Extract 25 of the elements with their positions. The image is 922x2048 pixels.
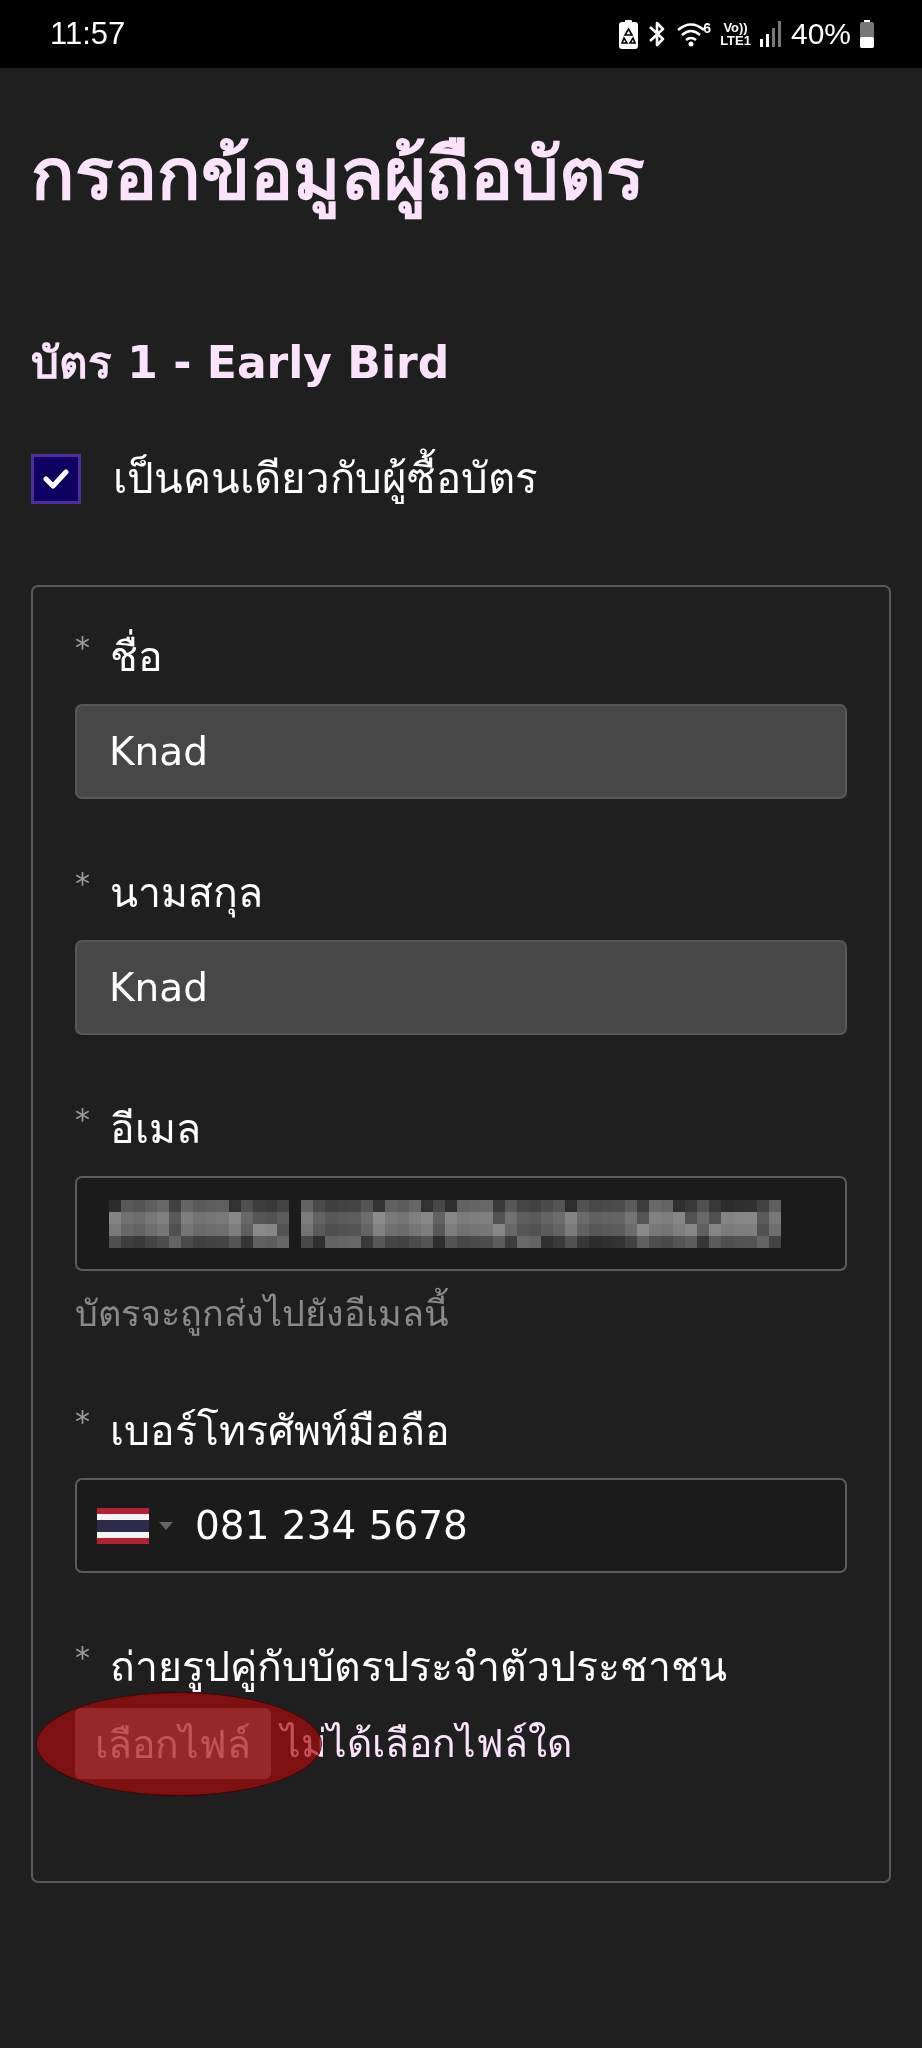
required-mark: * (75, 633, 90, 663)
wifi-standard-label: 6 (703, 21, 712, 35)
caret-icon[interactable] (159, 1521, 173, 1530)
battery-percentage: 40% (790, 17, 851, 51)
required-mark: * (75, 1407, 90, 1437)
required-mark: * (75, 1643, 90, 1673)
field-label: ถ่ายรูปคู่กับบัตรประจำตัวประชาชน (110, 1643, 727, 1692)
flag-icon[interactable] (97, 1507, 149, 1544)
check-icon (43, 468, 69, 489)
checkbox[interactable] (31, 453, 81, 504)
volte-label: Vo)) (723, 21, 748, 34)
status-time: 11:57 (50, 16, 126, 52)
required-mark: * (75, 869, 90, 899)
email-input[interactable] (75, 1176, 847, 1271)
field-label: นามสกุล (110, 869, 263, 918)
battery-icon (860, 20, 874, 48)
phone-input[interactable]: 081 234 5678 (75, 1478, 847, 1573)
ticket-heading: บัตร 1 - Early Bird (31, 336, 451, 390)
signal-icon (759, 21, 782, 47)
battery-recycle-icon (619, 19, 639, 49)
field-label: อีเมล (110, 1105, 201, 1154)
page-title: กรอกข้อมูลผู้ถือบัตร (31, 124, 891, 225)
network-label: LTE1 (720, 34, 751, 47)
field-label: เบอร์โทรศัพท์มือถือ (110, 1407, 450, 1456)
required-mark: * (75, 1105, 90, 1135)
